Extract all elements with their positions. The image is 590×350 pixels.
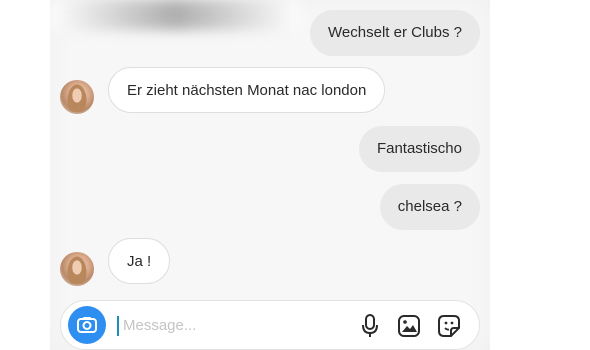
chat-screen: Wechselt er Clubs ? Er zieht nächsten Mo…: [50, 0, 490, 350]
message-input[interactable]: [123, 313, 323, 337]
text-cursor: [117, 316, 119, 336]
microphone-icon[interactable]: [361, 314, 379, 338]
message-bubble-outgoing: chelsea ?: [379, 184, 480, 230]
message-bubble-outgoing: Wechselt er Clubs ?: [310, 10, 480, 56]
camera-icon: [77, 317, 97, 333]
sticker-icon[interactable]: [437, 314, 461, 338]
message-composer: [60, 300, 480, 350]
camera-button[interactable]: [68, 306, 106, 344]
message-bubble-outgoing: Fantastischo: [358, 126, 480, 172]
gallery-icon[interactable]: [397, 314, 421, 338]
message-bubble-incoming: Ja !: [108, 238, 171, 284]
message-bubble-incoming: Er zieht nächsten Monat nac london: [108, 67, 386, 113]
blurred-header: [50, 0, 300, 30]
contact-avatar[interactable]: [60, 80, 94, 114]
contact-avatar[interactable]: [60, 252, 94, 286]
